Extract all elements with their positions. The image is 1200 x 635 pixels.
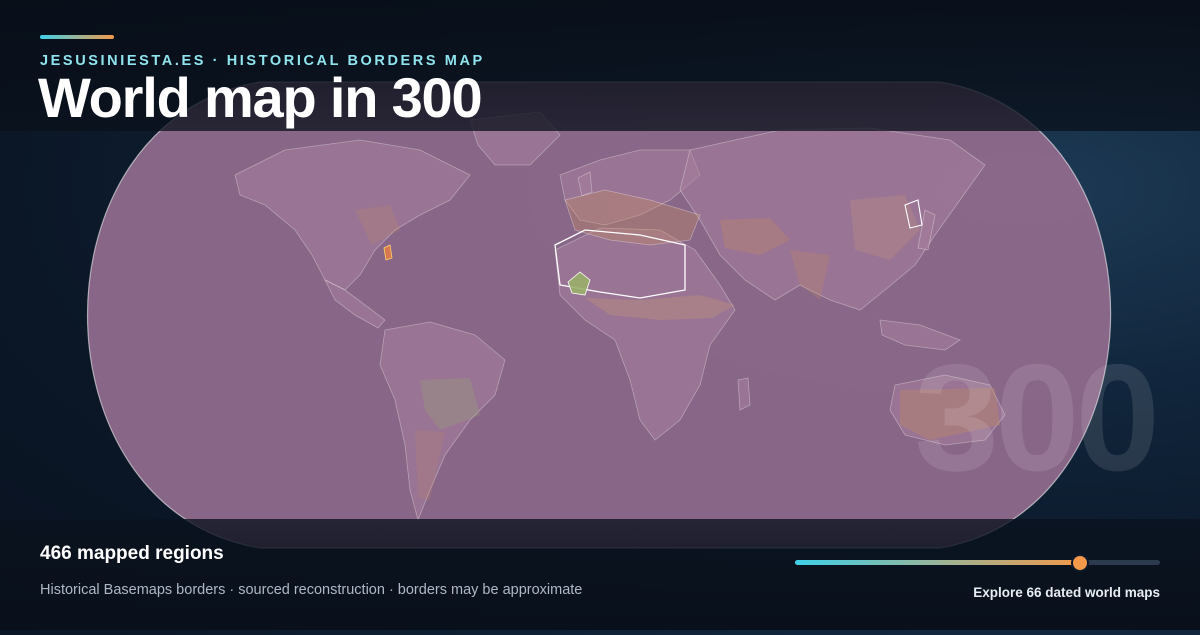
footer-band: [0, 519, 1200, 630]
accent-bar: [40, 35, 114, 39]
page-title: World map in 300: [38, 66, 483, 129]
year-watermark: 300: [914, 333, 1160, 503]
timeline-progress-fill: [795, 560, 1080, 565]
regions-count: 466 mapped regions: [40, 543, 224, 564]
timeline-handle[interactable]: [1070, 553, 1089, 572]
credits-text: Historical Basemaps borders · sourced re…: [40, 582, 583, 598]
explore-maps-link[interactable]: Explore 66 dated world maps: [973, 585, 1160, 600]
timeline-slider[interactable]: [795, 553, 1160, 572]
landmass-madagascar: [737, 377, 751, 411]
